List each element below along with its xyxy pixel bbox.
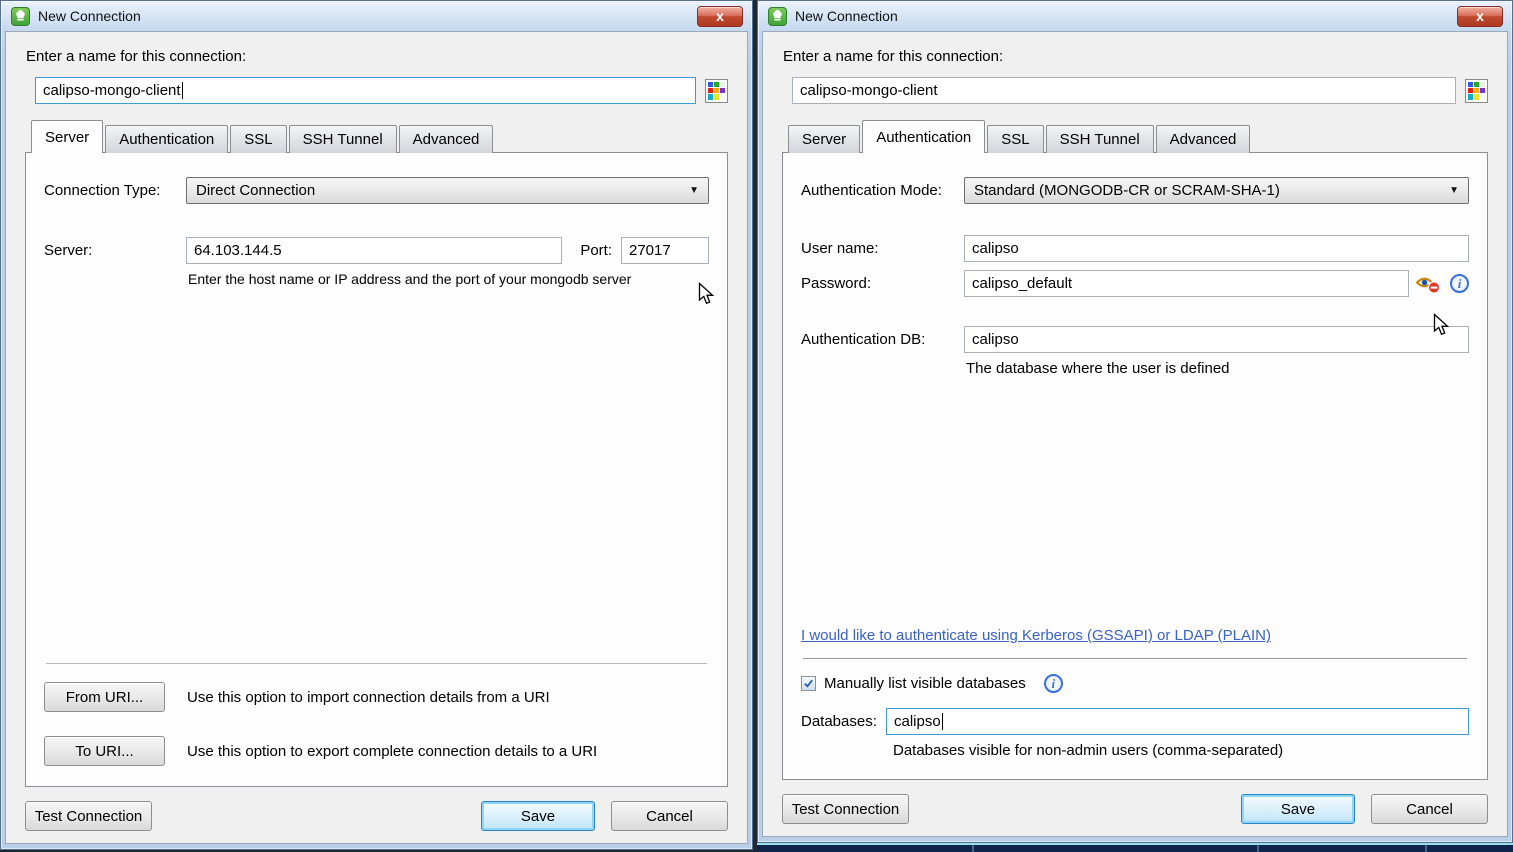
- manual-databases-row: Manually list visible databases i: [801, 674, 1469, 693]
- to-uri-row: To URI... Use this option to export comp…: [44, 736, 709, 766]
- auth-mode-row: Authentication Mode: Standard (MONGODB-C…: [801, 177, 1469, 204]
- connection-name-label: Enter a name for this connection:: [783, 48, 1488, 65]
- username-input[interactable]: calipso: [964, 235, 1469, 262]
- username-row: User name: calipso: [801, 235, 1469, 262]
- auth-mode-label: Authentication Mode:: [801, 182, 964, 199]
- manual-databases-label: Manually list visible databases: [824, 675, 1026, 692]
- password-input[interactable]: calipso_default: [964, 270, 1409, 297]
- window-title: New Connection: [38, 8, 141, 24]
- connection-name-label: Enter a name for this connection:: [26, 48, 728, 65]
- from-uri-button[interactable]: From URI...: [44, 682, 165, 712]
- test-connection-button[interactable]: Test Connection: [782, 794, 909, 824]
- text-caret: [182, 82, 183, 99]
- auth-db-row: Authentication DB: calipso: [801, 326, 1469, 353]
- tab-advanced[interactable]: Advanced: [399, 125, 494, 153]
- save-button[interactable]: Save: [1241, 794, 1355, 824]
- tab-ssl[interactable]: SSL: [230, 125, 286, 153]
- divider: [46, 663, 707, 664]
- chevron-down-icon: ▼: [1441, 185, 1459, 196]
- dialog-footer: Test Connection Save Cancel: [782, 794, 1488, 824]
- background-window-sliver: [757, 843, 1513, 852]
- title-bar[interactable]: New Connection x: [1, 1, 752, 31]
- connection-type-select[interactable]: Direct Connection ▼: [186, 177, 709, 204]
- chef-hat-icon: [771, 10, 784, 23]
- to-uri-button[interactable]: To URI...: [44, 736, 165, 766]
- auth-db-input[interactable]: calipso: [964, 326, 1469, 353]
- tab-ssh-tunnel[interactable]: SSH Tunnel: [289, 125, 397, 153]
- tab-authentication[interactable]: Authentication: [862, 120, 985, 153]
- color-picker-button[interactable]: [705, 79, 728, 103]
- tab-server[interactable]: Server: [31, 120, 103, 153]
- chef-hat-icon: [14, 10, 27, 23]
- username-label: User name:: [801, 240, 964, 257]
- dialog-body: Enter a name for this connection: calips…: [5, 31, 748, 844]
- server-tab-panel: Connection Type: Direct Connection ▼ Ser…: [25, 152, 728, 787]
- check-icon: [803, 678, 814, 689]
- dialog-footer: Test Connection Save Cancel: [25, 801, 728, 831]
- close-button[interactable]: x: [1457, 6, 1503, 27]
- tab-ssl[interactable]: SSL: [987, 125, 1043, 153]
- connection-name-row: calipso-mongo-client: [35, 77, 728, 104]
- hide-password-eye-icon[interactable]: [1415, 274, 1441, 294]
- password-label: Password:: [801, 275, 964, 292]
- from-uri-help-text: Use this option to import connection det…: [187, 689, 550, 706]
- app-icon: [11, 7, 30, 26]
- connection-name-input[interactable]: calipso-mongo-client: [35, 77, 696, 104]
- connection-type-label: Connection Type:: [44, 182, 186, 199]
- authentication-tab-panel: Authentication Mode: Standard (MONGODB-C…: [782, 152, 1488, 780]
- server-row: Server: 64.103.144.5 Port: 27017: [44, 237, 709, 264]
- tab-ssh-tunnel[interactable]: SSH Tunnel: [1046, 125, 1154, 153]
- port-label: Port:: [580, 242, 612, 259]
- dialog-body: Enter a name for this connection: calips…: [762, 31, 1508, 837]
- databases-help-text: Databases visible for non-admin users (c…: [893, 742, 1469, 759]
- close-button[interactable]: x: [697, 6, 743, 27]
- connection-type-row: Connection Type: Direct Connection ▼: [44, 177, 709, 204]
- databases-row: Databases: calipso: [801, 708, 1469, 735]
- tab-bar: Server Authentication SSL SSH Tunnel Adv…: [25, 120, 728, 153]
- connection-name-input[interactable]: calipso-mongo-client: [792, 77, 1456, 104]
- server-label: Server:: [44, 242, 186, 259]
- color-picker-button[interactable]: [1465, 79, 1488, 103]
- new-connection-dialog-server: New Connection x Enter a name for this c…: [0, 0, 753, 850]
- new-connection-dialog-authentication: New Connection x Enter a name for this c…: [757, 0, 1513, 843]
- from-uri-row: From URI... Use this option to import co…: [44, 682, 709, 712]
- window-title: New Connection: [795, 8, 898, 24]
- tab-server[interactable]: Server: [788, 125, 860, 153]
- cancel-button[interactable]: Cancel: [1371, 794, 1488, 824]
- port-input[interactable]: 27017: [621, 237, 709, 264]
- server-help-text: Enter the host name or IP address and th…: [188, 271, 709, 287]
- password-row: Password: calipso_default i: [801, 270, 1469, 297]
- title-bar[interactable]: New Connection x: [758, 1, 1512, 31]
- databases-input[interactable]: calipso: [886, 708, 1469, 735]
- auth-db-label: Authentication DB:: [801, 331, 964, 348]
- tab-authentication[interactable]: Authentication: [105, 125, 228, 153]
- kerberos-ldap-link[interactable]: I would like to authenticate using Kerbe…: [801, 627, 1469, 644]
- tab-bar: Server Authentication SSL SSH Tunnel Adv…: [782, 120, 1488, 153]
- cancel-button[interactable]: Cancel: [611, 801, 728, 831]
- test-connection-button[interactable]: Test Connection: [25, 801, 152, 831]
- chevron-down-icon: ▼: [681, 185, 699, 196]
- server-input[interactable]: 64.103.144.5: [186, 237, 562, 264]
- app-icon: [768, 7, 787, 26]
- password-info-icon[interactable]: i: [1450, 274, 1469, 293]
- auth-db-help-text: The database where the user is defined: [966, 360, 1469, 377]
- auth-mode-select[interactable]: Standard (MONGODB-CR or SCRAM-SHA-1) ▼: [964, 177, 1469, 204]
- divider: [803, 658, 1467, 659]
- databases-label: Databases:: [801, 713, 886, 730]
- connection-name-row: calipso-mongo-client: [792, 77, 1488, 104]
- manual-databases-checkbox[interactable]: [801, 676, 816, 691]
- manual-databases-info-icon[interactable]: i: [1044, 674, 1063, 693]
- tab-advanced[interactable]: Advanced: [1156, 125, 1251, 153]
- to-uri-help-text: Use this option to export complete conne…: [187, 743, 597, 760]
- text-caret: [942, 713, 943, 730]
- save-button[interactable]: Save: [481, 801, 595, 831]
